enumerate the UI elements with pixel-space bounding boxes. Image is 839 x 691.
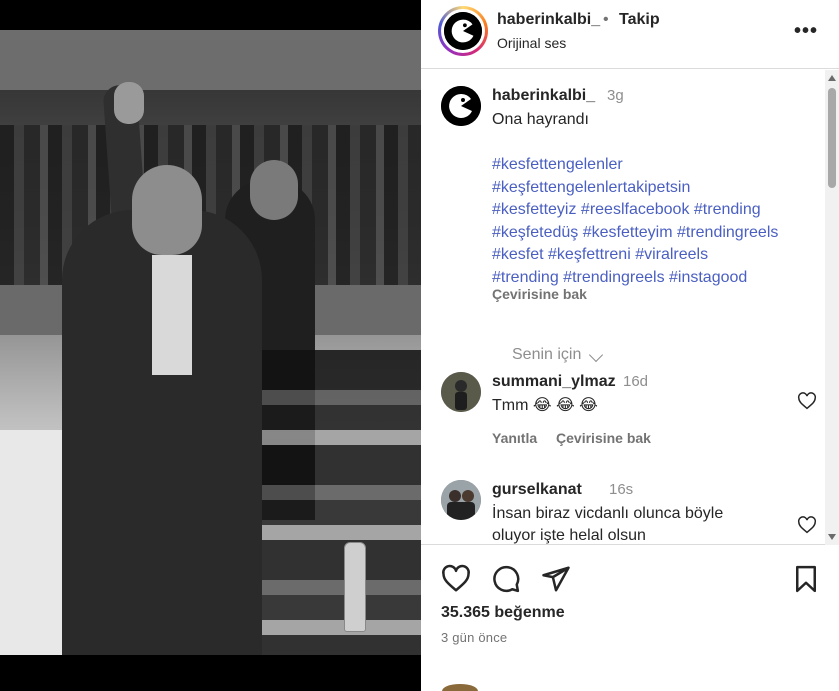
post-header: haberinkalbi_ • Takip Orijinal ses ••• <box>421 0 839 69</box>
post-media[interactable] <box>0 0 421 691</box>
story-ring[interactable] <box>438 6 488 56</box>
translate-button[interactable]: Çevirisine bak <box>556 430 651 446</box>
comment-icon[interactable] <box>491 564 521 594</box>
audio-link[interactable]: Orijinal ses <box>497 35 566 51</box>
comment-item: gurselkanat 16s İnsan biraz vicdanlı olu… <box>441 480 821 544</box>
media-shirt <box>152 255 192 375</box>
hashtag-line[interactable]: #kesfettengelenler <box>492 154 822 177</box>
caption-username[interactable]: haberinkalbi_ <box>492 87 595 105</box>
caption-translate-link[interactable]: Çevirisine bak <box>492 286 587 302</box>
hashtag-line[interactable]: #keşfettengelenlertakipetsin <box>492 177 822 200</box>
comment-like-heart-icon[interactable] <box>797 516 817 534</box>
hashtag-line[interactable]: #keşfetedüş #kesfetteyim #trendingreels <box>492 222 822 245</box>
comment-item: summani_ylmaz 16d Tmm 😂 😂 😂 Yanıtla Çevi… <box>441 372 821 452</box>
story-ring-inner <box>441 9 485 53</box>
share-icon[interactable] <box>541 564 571 594</box>
media-ceiling <box>0 30 421 90</box>
commenter-avatar[interactable] <box>441 372 481 412</box>
hashtag-line[interactable]: #kesfet #keşfettreni #viralreels <box>492 244 822 267</box>
user-photo-icon <box>441 372 481 412</box>
commenter-avatar[interactable] <box>441 480 481 520</box>
user-photo-icon <box>441 480 481 520</box>
caption-text: Ona hayrandı <box>492 111 589 128</box>
chevron-down-icon[interactable] <box>588 347 604 363</box>
scroll-down-arrow-icon[interactable] <box>828 534 836 540</box>
comments-scrollbar[interactable] <box>825 70 839 545</box>
caption-avatar[interactable] <box>441 86 481 126</box>
comment-time[interactable]: 16s <box>609 481 633 498</box>
comment-text: İnsan biraz vicdanlı olunca böyle oluyor… <box>492 505 724 544</box>
comment-username[interactable]: summani_ylmaz <box>492 373 616 391</box>
author-username[interactable]: haberinkalbi_ <box>497 11 600 29</box>
media-raised-hand <box>114 82 144 124</box>
media-water-bottle <box>344 542 366 632</box>
post-details-panel: haberinkalbi_ • Takip Orijinal ses ••• h… <box>421 0 839 691</box>
comment-actions: Yanıtla Çevirisine bak <box>492 430 666 446</box>
caption-time[interactable]: 3g <box>607 87 624 104</box>
comments-section[interactable]: haberinkalbi_ 3g Ona hayrandı #kesfetten… <box>421 70 839 545</box>
comment-text: Tmm 😂 😂 😂 <box>492 397 598 414</box>
reply-button[interactable]: Yanıtla <box>492 430 537 446</box>
more-options-icon[interactable]: ••• <box>793 20 819 42</box>
pacman-logo-icon <box>444 12 482 50</box>
hashtag-line[interactable]: #kesfetteyiz #reeslfacebook #trending <box>492 199 822 222</box>
author-avatar[interactable] <box>444 12 482 50</box>
scroll-thumb[interactable] <box>828 88 836 188</box>
for-you-toggle[interactable]: Senin için <box>512 346 581 364</box>
pacman-logo-icon <box>441 86 481 126</box>
post-date[interactable]: 3 gün önce <box>441 630 507 645</box>
next-comment-avatar[interactable] <box>442 684 478 691</box>
hashtag-list: #kesfettengelenler #keşfettengelenlertak… <box>492 154 822 289</box>
media-chairs <box>260 350 421 655</box>
like-count[interactable]: 35.365 beğenme <box>441 604 565 622</box>
post-action-bar <box>441 560 821 594</box>
comment-time[interactable]: 16d <box>623 373 648 390</box>
save-bookmark-icon[interactable] <box>791 564 821 594</box>
follow-button[interactable]: Takip <box>619 11 660 29</box>
media-officer-head <box>250 160 298 220</box>
header-separator: • <box>603 11 609 28</box>
scroll-up-arrow-icon[interactable] <box>828 75 836 81</box>
video-frame[interactable] <box>0 30 421 655</box>
like-heart-icon[interactable] <box>441 564 471 594</box>
comment-like-heart-icon[interactable] <box>797 392 817 410</box>
comment-username[interactable]: gurselkanat <box>492 481 582 499</box>
media-man-head <box>132 165 202 255</box>
